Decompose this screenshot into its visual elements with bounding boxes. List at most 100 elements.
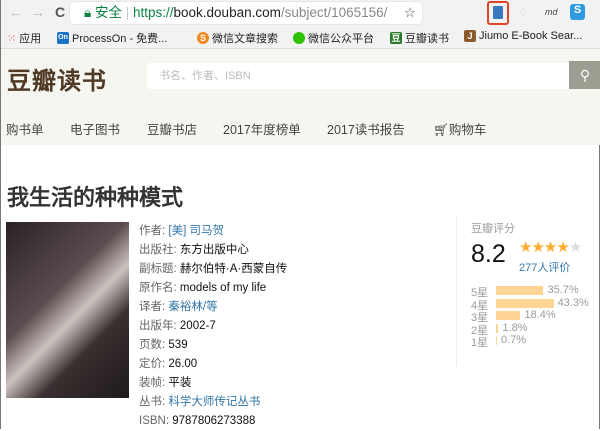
nav-ebooks[interactable]: 电子图书	[70, 119, 120, 138]
info-value: 赫尔伯特·A·西蒙自传	[179, 263, 288, 275]
info-value: 9787806273388	[172, 415, 256, 427]
info-row: 出版社: 东方出版中心	[139, 241, 287, 260]
shield-extension-icon[interactable]: ◊	[520, 5, 526, 19]
douban-book-logo[interactable]: 豆瓣读书	[7, 61, 107, 96]
info-label: 原作名:	[139, 282, 177, 294]
rating-row: 5星 35.7%	[471, 284, 600, 299]
reload-button[interactable]: C	[55, 4, 65, 20]
site-nav: 购书单 电子图书 豆瓣书店 2017年度榜单 2017读书报告 🛒︎购物车	[1, 107, 600, 145]
rating-heading: 豆瓣评分	[471, 223, 515, 235]
info-row: 丛书: 科学大师传记丛书	[139, 393, 287, 412]
info-value: 东方出版中心	[179, 244, 249, 256]
book-icon	[493, 6, 503, 19]
jiumo-icon: J	[464, 30, 476, 42]
wechat-icon	[293, 32, 305, 44]
info-row: 页数: 539	[139, 336, 287, 355]
bookmark-star-icon[interactable]: ☆	[404, 2, 416, 24]
browser-toolbar: ← → C 🔒︎ 安全 | https://book.douban.com/su…	[1, 0, 600, 26]
md-extension-icon[interactable]: md	[545, 7, 558, 17]
star-icon: ★	[519, 239, 532, 256]
book-title: 我生活的种种模式	[7, 185, 184, 210]
nav-store[interactable]: 豆瓣书店	[147, 119, 197, 138]
info-label: 副标题:	[139, 263, 177, 275]
info-value: models of my life	[179, 282, 267, 294]
rating-row: 1星 0.7%	[471, 334, 600, 349]
secure-label: 安全	[94, 5, 122, 20]
info-label: ISBN:	[139, 415, 170, 427]
url-path: /subject/1065156/	[280, 5, 388, 20]
bookmark-label: Jiumo E-Book Sear...	[479, 30, 583, 42]
nav-booklist[interactable]: 购书单	[6, 119, 44, 138]
info-row: 装帧: 平装	[139, 374, 287, 393]
info-label: 出版社:	[139, 244, 177, 256]
star-icon: ★	[531, 239, 544, 256]
address-bar[interactable]: 🔒︎ 安全 | https://book.douban.com/subject/…	[70, 2, 422, 24]
rating-bar	[496, 311, 521, 320]
nav-2017-report[interactable]: 2017读书报告	[327, 119, 405, 138]
bookmark-weixin-search[interactable]: S 微信文章搜索	[197, 30, 278, 46]
info-value[interactable]: 科学大师传记丛书	[168, 396, 260, 408]
info-label: 出版年:	[139, 320, 177, 332]
book-cover-image[interactable]	[6, 222, 129, 398]
cart-icon: 🛒︎	[433, 123, 449, 137]
rating-stars: ★★★★★	[519, 238, 582, 256]
bookmark-label: 应用	[19, 33, 42, 45]
info-row: 定价: 26.00	[139, 355, 287, 374]
search-button[interactable]: ⚲	[569, 61, 600, 89]
rating-row: 3星 18.4%	[471, 309, 600, 324]
rating-bar	[496, 336, 497, 345]
info-value: 平装	[168, 377, 192, 389]
info-row: 出版年: 2002-7	[139, 317, 287, 336]
bookmark-douban-book[interactable]: 豆豆瓣读书	[390, 30, 449, 46]
rating-row-label: 1星	[471, 337, 489, 349]
info-value: 2002-7	[179, 320, 216, 332]
bookmark-label: 微信公众平台	[308, 33, 374, 45]
bookmark-weixin-platform[interactable]: 微信公众平台	[293, 30, 374, 46]
rating-row-percent: 43.3%	[557, 296, 589, 309]
info-row: 作者: [美] 司马贺	[139, 222, 287, 241]
rating-bar	[496, 323, 499, 333]
rating-row-percent: 1.8%	[502, 321, 528, 334]
s-extension-icon[interactable]: S	[570, 4, 585, 20]
bookmarks-bar: ⁙ 应用 On ProcessOn - 免费... S 微信文章搜索 微信公众平台 豆…	[1, 26, 600, 49]
rating-distribution: 5星 35.7% 4星 43.3% 3星 18.4% 2星 1.8% 1星 0.7%	[471, 284, 600, 349]
nav-cart[interactable]: 🛒︎购物车	[433, 119, 486, 138]
rating-bar	[496, 286, 544, 295]
bookmark-processon[interactable]: On ProcessOn - 免费...	[57, 30, 167, 46]
search-icon: ⚲	[579, 67, 591, 83]
bookmark-label: 微信文章搜索	[212, 33, 278, 45]
star-icon: ★	[556, 239, 569, 256]
url-scheme: https://	[132, 5, 174, 20]
rating-row-percent: 35.7%	[547, 284, 579, 296]
douban-icon: 豆	[390, 32, 402, 44]
rating-count-link[interactable]: 277人评价	[519, 259, 570, 275]
info-label: 装帧:	[139, 377, 166, 389]
nav-2017-ranking[interactable]: 2017年度榜单	[223, 119, 301, 138]
cart-label: 购物车	[448, 123, 487, 137]
lock-icon: 🔒︎	[84, 5, 92, 20]
info-value: 539	[168, 339, 188, 351]
info-label: 译者:	[139, 301, 166, 313]
info-value[interactable]: 秦裕林/等	[168, 301, 217, 313]
apps-icon: ⁙	[7, 32, 17, 45]
rating-bar	[496, 298, 554, 308]
info-value: 26.00	[168, 358, 198, 370]
rating-row: 4星 43.3%	[471, 296, 600, 312]
rating-panel: 豆瓣评分 8.2 ★★★★★ 277人评价 5星 35.7% 4星 43.3% 3星 18…	[456, 216, 600, 366]
bookmark-jiumo[interactable]: J Jiumo E-Book Sear...	[464, 30, 582, 42]
info-label: 作者:	[139, 225, 166, 237]
star-icon: ★	[543, 239, 557, 256]
bookmark-apps[interactable]: ⁙ 应用	[7, 30, 41, 46]
info-row: 译者: 秦裕林/等	[139, 298, 287, 317]
book-extension-button[interactable]	[487, 1, 509, 25]
processon-icon: On	[57, 32, 69, 44]
info-value[interactable]: [美] 司马贺	[168, 225, 224, 237]
info-row: ISBN: 9787806273388	[139, 412, 287, 431]
search-input[interactable]: 书名、作者、ISBN	[147, 63, 570, 89]
rating-score: 8.2	[471, 240, 506, 268]
back-button[interactable]: ←	[9, 4, 23, 20]
bookmark-label: ProcessOn - 免费...	[72, 33, 168, 45]
sogou-icon: S	[197, 32, 209, 44]
info-row: 原作名: models of my life	[139, 279, 287, 298]
forward-button[interactable]: →	[31, 4, 45, 20]
